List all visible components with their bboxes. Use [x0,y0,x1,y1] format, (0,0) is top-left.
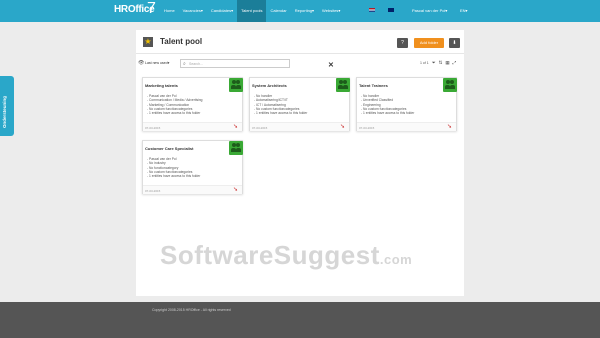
card-details: - No handler - Automatisering/ICT/IT - I… [254,94,307,115]
flag-uk-icon[interactable] [388,8,394,12]
help-button[interactable]: ? [397,38,408,48]
support-side-tab-label: Ondersteuning [2,95,7,128]
grid-view-icon[interactable]: ▦ [445,60,449,66]
card-detail-line: - 1 entities have access to this folder [147,174,201,179]
logo-version: 7 [147,0,156,17]
support-side-tab[interactable]: Ondersteuning [0,76,14,136]
nav-vacancies[interactable]: Vacancies▾ [179,0,207,22]
toolbar: 👁 Last new used▾ ⌕ Search... ✕ 1 of 1 ⏷ … [136,58,464,70]
card-details: - Pascal van der Pol - No industry - No … [147,157,200,178]
watermark: SoftwareSuggest.com [160,240,412,271]
card-title[interactable]: Marketing talents [145,83,178,88]
card-detail-line: - 1 entities have access to this folder [254,111,308,116]
search-input[interactable]: ⌕ Search... ✕ [180,59,334,69]
download-button[interactable]: ⬇ [449,38,460,48]
watermark-domain: .com [379,252,413,267]
toolbar-icons: ⏷ ⇅ ▦ ⤢ [432,60,456,66]
card-title[interactable]: Customer Care Specialist [145,146,193,151]
nav-reporting[interactable]: Reporting▾ [291,0,318,22]
nav-candidates[interactable]: Candidates▾ [207,0,237,22]
card-footer: 07-03-2015 ➘ [143,122,242,131]
nav-home[interactable]: Home [160,0,179,22]
folder-card[interactable]: System Architects - No handler - Automat… [249,77,350,131]
card-date: 07-03-2015 [145,189,161,193]
main-nav: Home Vacancies▾ Candidates▾ Talent pools… [160,0,344,22]
card-detail-line: - Communication / Media / Advertising [147,98,203,103]
card-footer: 07-03-2015 ➘ [250,122,349,131]
watermark-text: SoftwareSuggest [160,240,380,270]
flag-nl-icon[interactable] [369,8,375,12]
page-title: Talent pool [160,37,203,46]
people-icon[interactable] [229,78,243,92]
app-logo[interactable]: HROffice 7 [114,0,156,17]
filter-icon[interactable]: ⏷ [432,60,436,66]
people-icon[interactable] [443,78,457,92]
nav-websites[interactable]: Websites▾ [318,0,344,22]
nav-talent-pools[interactable]: Talent pools [237,0,267,22]
arrow-icon[interactable]: ➘ [233,187,238,194]
nav-calendar[interactable]: Calendar [266,0,290,22]
card-footer: 07-03-2015 ➘ [357,122,456,131]
user-menu[interactable]: Pascal van der Pol▾ [408,0,451,22]
folder-card[interactable]: Customer Care Specialist - Pascal van de… [142,140,243,194]
add-folder-button[interactable]: Add folder [414,38,444,48]
arrow-icon[interactable]: ➘ [447,124,452,131]
card-date: 07-03-2015 [145,126,161,130]
card-detail-line: - 1 entities have access to this folder [147,111,201,116]
download-icon: ⬇ [452,40,457,46]
arrow-icon[interactable]: ➘ [233,124,238,131]
card-date: 07-03-2015 [252,126,268,130]
pager-label: 1 of 1 [420,61,429,65]
search-placeholder: Search... [189,62,204,66]
folder-card[interactable]: Marketing talents - Pascal van der Pol -… [142,77,243,131]
people-icon[interactable] [229,141,243,155]
arrow-icon[interactable]: ➘ [340,124,345,131]
eye-icon: 👁 [138,60,145,66]
language-menu[interactable]: EN▾ [456,0,472,22]
folder-card[interactable]: Talent Trainees - No handler - Unverifie… [356,77,457,131]
search-icon: ⌕ [183,61,186,67]
expand-icon[interactable]: ⤢ [453,60,457,66]
card-footer: 07-03-2015 ➘ [143,185,242,194]
people-icon[interactable] [336,78,350,92]
card-date: 07-03-2015 [359,126,375,130]
card-details: - No handler - Unverified Classified - E… [361,94,414,115]
card-details: - Pascal van der Pol - Communication / M… [147,94,203,115]
card-title[interactable]: System Architects [252,83,287,88]
card-title[interactable]: Talent Trainees [359,83,388,88]
card-detail-line: - 1 entities have access to this folder [361,111,415,116]
top-navbar: HROffice 7 Home Vacancies▾ Candidates▾ Ta… [0,0,600,22]
view-select[interactable]: Last new used▾ [145,61,169,65]
panel-header: ★ Talent pool ? Add folder ⬇ [136,30,464,54]
star-icon: ★ [143,37,153,47]
copyright-text: Copyright 2008-2015 HROffice - All right… [152,308,231,312]
clear-search-icon[interactable]: ✕ [328,61,334,70]
sort-icon[interactable]: ⇅ [439,60,443,66]
page-footer: Copyright 2008-2015 HROffice - All right… [0,302,600,338]
